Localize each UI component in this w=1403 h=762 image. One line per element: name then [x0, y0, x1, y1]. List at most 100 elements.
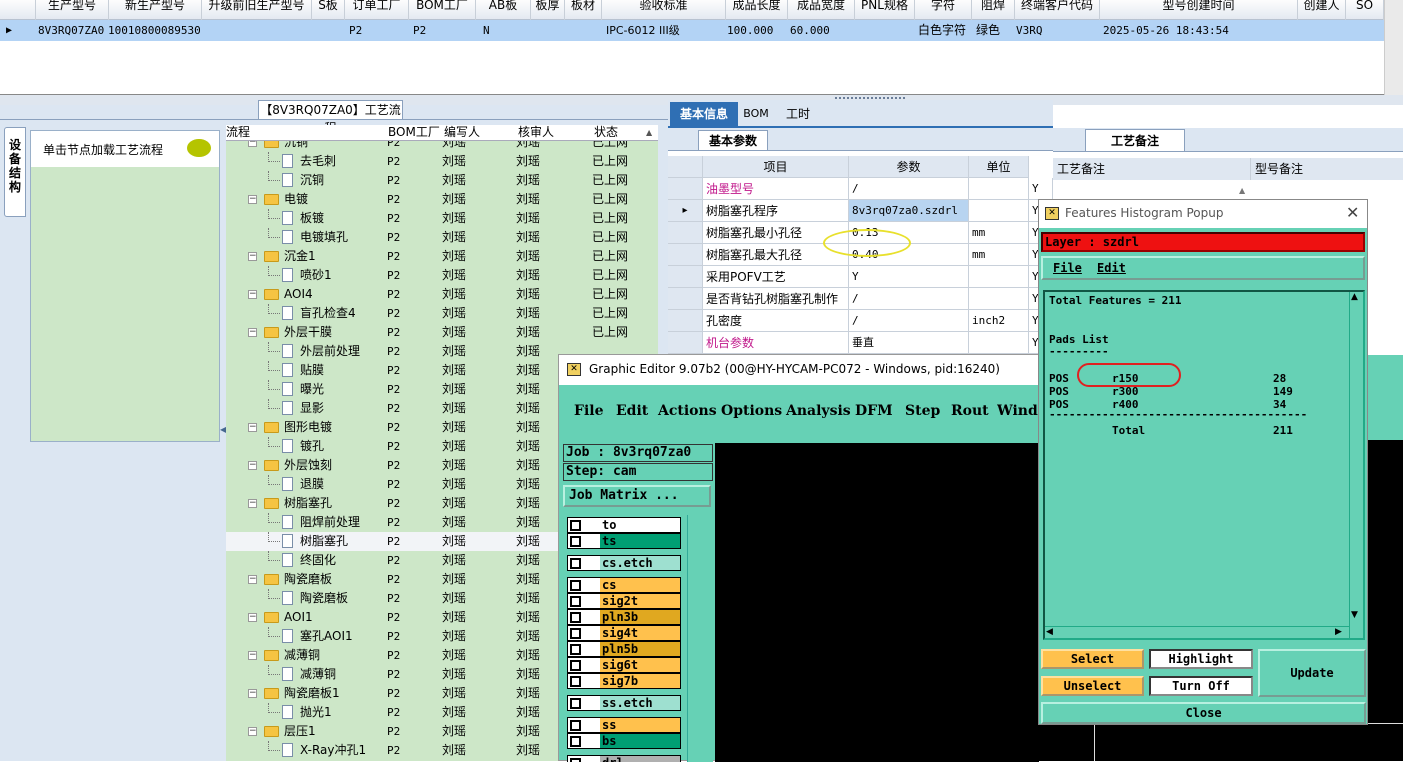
layer-checkbox[interactable] — [570, 660, 581, 671]
layer-name[interactable]: ts — [600, 534, 680, 548]
param-item[interactable]: 孔密度 — [703, 310, 849, 332]
layer-row[interactable]: cs.etch — [567, 555, 681, 571]
param-value[interactable]: / — [849, 178, 969, 200]
param-unit[interactable] — [969, 332, 1029, 354]
param-unit[interactable]: mm — [969, 244, 1029, 266]
grid-cell[interactable]: 8V3RQ07ZA0 — [38, 20, 110, 41]
select-button[interactable]: Select — [1041, 649, 1144, 669]
ge-titlebar[interactable]: ✕ Graphic Editor 9.07b2 (00@HY-HYCAM-PC0… — [559, 355, 1039, 385]
layer-checkbox[interactable] — [570, 520, 581, 531]
param-value[interactable]: 垂直 — [849, 332, 969, 354]
update-button[interactable]: Update — [1258, 649, 1366, 697]
side-tab-device[interactable]: 设备结构 — [4, 127, 26, 217]
menu-actions[interactable]: Actions — [658, 403, 717, 419]
param-value[interactable]: / — [849, 310, 969, 332]
param-unit[interactable] — [969, 200, 1029, 222]
collapse-icon[interactable]: − — [248, 689, 257, 698]
vertical-scrollbar[interactable] — [1384, 0, 1403, 95]
close-icon[interactable]: ✕ — [1346, 203, 1359, 222]
col-header[interactable]: 阻焊 — [972, 0, 1015, 20]
scroll-up-icon[interactable]: ▲ — [646, 128, 652, 137]
grid-cell[interactable]: P2 — [413, 20, 443, 41]
tree-row[interactable]: − 沉金1 P2 刘瑶 刘瑶 已上网 — [226, 247, 658, 266]
layer-row[interactable]: sig6t — [567, 657, 681, 673]
tree-row[interactable]: − 沉铜 P2 刘瑶 刘瑶 已上网 — [226, 141, 658, 152]
layer-name[interactable]: cs.etch — [600, 556, 680, 570]
grid-cell[interactable]: 100.000 — [727, 20, 787, 41]
param-value[interactable]: / — [849, 288, 969, 310]
param-item[interactable]: 采用POFV工艺 — [703, 266, 849, 288]
layer-row[interactable]: ts — [567, 533, 681, 549]
tree-row[interactable]: − AOI4 P2 刘瑶 刘瑶 已上网 — [226, 285, 658, 304]
collapse-icon[interactable]: − — [248, 613, 257, 622]
col-header[interactable]: AB板 — [476, 0, 531, 20]
param-value[interactable]: 8v3rq07za0.szdrl — [849, 200, 969, 222]
menu-file[interactable]: File — [574, 403, 603, 419]
grid-cell[interactable]: 60.000 — [790, 20, 850, 41]
layer-checkbox[interactable] — [570, 536, 581, 547]
collapse-icon[interactable]: − — [248, 195, 257, 204]
param-item[interactable]: 油墨型号 — [703, 178, 849, 200]
params-col-header[interactable]: 单位 — [969, 156, 1029, 178]
job-matrix-button[interactable]: Job Matrix ... — [563, 485, 711, 507]
collapse-icon[interactable]: − — [248, 252, 257, 261]
menu-window[interactable]: Window — [997, 403, 1039, 419]
collapse-icon[interactable]: − — [248, 423, 257, 432]
menu-options[interactable]: Options — [721, 403, 782, 419]
menu-dfm[interactable]: DFM — [855, 403, 893, 419]
menu-edit[interactable]: Edit — [616, 403, 648, 419]
collapse-icon[interactable]: − — [248, 727, 257, 736]
popup-titlebar[interactable]: ✕ Features Histogram Popup ✕ — [1039, 200, 1367, 228]
layer-name[interactable]: sig2t — [600, 594, 680, 608]
collapse-icon[interactable]: − — [248, 575, 257, 584]
scroll-left-icon[interactable]: ◀ — [1046, 627, 1053, 637]
grid-cell[interactable]: 2025-05-26 18:43:54 — [1103, 20, 1253, 41]
grid-cell[interactable]: 白色字符 — [918, 20, 972, 41]
param-item[interactable]: 机台参数 — [703, 332, 849, 354]
params-col-header[interactable]: 项目 — [703, 156, 849, 178]
scroll-right-icon[interactable]: ▶ — [1335, 627, 1342, 637]
highlight-button[interactable]: Highlight — [1149, 649, 1253, 669]
hint-header[interactable]: 单击节点加载工艺流程 — [31, 131, 219, 167]
close-button[interactable]: Close — [1041, 702, 1366, 724]
param-value[interactable]: Y — [849, 266, 969, 288]
layer-row[interactable]: sig7b — [567, 673, 681, 689]
grid-cell[interactable]: IPC-6012 III级 — [606, 20, 724, 41]
col-header[interactable]: 字符 — [915, 0, 972, 20]
col-header[interactable]: SO — [1346, 0, 1384, 20]
param-item[interactable]: 树脂塞孔程序 — [703, 200, 849, 222]
tab-basic-info[interactable]: 基本信息 — [670, 102, 738, 126]
menu-rout[interactable]: Rout — [951, 403, 989, 419]
tab-process-remark[interactable]: 工艺备注 — [1085, 129, 1185, 151]
scroll-up-icon[interactable]: ▲ — [1239, 186, 1245, 195]
collapse-icon[interactable]: − — [248, 461, 257, 470]
unselect-button[interactable]: Unselect — [1041, 676, 1144, 696]
layer-row[interactable]: bs — [567, 733, 681, 749]
remark-col-header[interactable]: 型号备注 — [1251, 158, 1403, 180]
col-header[interactable]: PNL规格 — [855, 0, 915, 20]
layer-checkbox[interactable] — [570, 558, 581, 569]
layer-checkbox[interactable] — [570, 676, 581, 687]
layer-name[interactable]: pln5b — [600, 642, 680, 656]
param-item[interactable]: 是否背钻孔树脂塞孔制作 — [703, 288, 849, 310]
layer-name[interactable]: sig6t — [600, 658, 680, 672]
col-header[interactable]: 升级前旧生产型号 — [202, 0, 312, 20]
layer-row[interactable]: pln5b — [567, 641, 681, 657]
tree-col-header[interactable]: 状态 — [594, 125, 618, 139]
turn-off-button[interactable]: Turn Off — [1149, 676, 1253, 696]
tree-row[interactable]: − 外层干膜 P2 刘瑶 刘瑶 已上网 — [226, 323, 658, 342]
layer-checkbox[interactable] — [570, 628, 581, 639]
popup-menu-edit[interactable]: Edit — [1097, 261, 1126, 275]
tree-col-header[interactable]: 核审人 — [518, 125, 554, 139]
scroll-down-icon[interactable]: ▼ — [1351, 610, 1358, 620]
grid-cell[interactable]: P2 — [349, 20, 379, 41]
col-header[interactable]: 型号创建时间 — [1100, 0, 1298, 20]
layer-checkbox[interactable] — [570, 596, 581, 607]
col-header[interactable]: BOM工厂 — [409, 0, 476, 20]
col-header[interactable]: 验收标准 — [602, 0, 726, 20]
layer-name[interactable]: pln3b — [600, 610, 680, 624]
tree-row[interactable]: 电镀填孔 P2 刘瑶 刘瑶 已上网 — [226, 228, 658, 247]
tree-row[interactable]: 板镀 P2 刘瑶 刘瑶 已上网 — [226, 209, 658, 228]
menu-step[interactable]: Step — [905, 403, 940, 419]
layer-name[interactable]: to — [600, 518, 680, 532]
